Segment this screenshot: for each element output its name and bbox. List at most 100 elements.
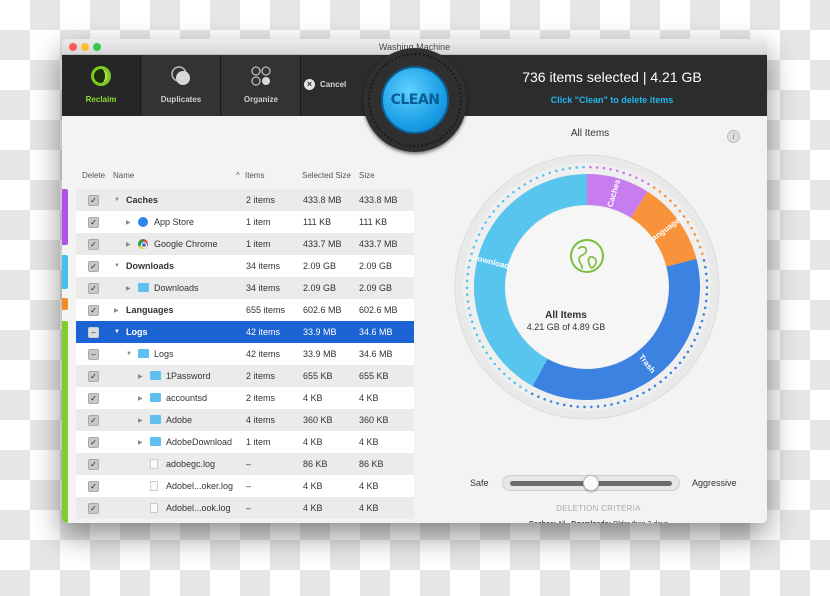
row-items: 2 items (246, 371, 276, 381)
row-name: Google Chrome (154, 239, 218, 249)
checkbox-checked[interactable]: ✓ (88, 283, 99, 294)
reclaim-icon (91, 66, 111, 86)
checkbox-checked[interactable]: ✓ (88, 481, 99, 492)
list-row[interactable]: – ▼ Logs 42 items 33.9 MB 34.6 MB (76, 343, 414, 365)
row-size: 433.8 MB (359, 195, 398, 205)
disclosure-expanded-icon[interactable]: ▼ (114, 263, 120, 269)
donut-dot (590, 405, 593, 409)
clean-button[interactable]: CLEAN (381, 66, 449, 134)
donut-dot (475, 333, 479, 336)
list-row[interactable]: ✓ ▶ Google Chrome 1 item 433.7 MB 433.7 MB (76, 233, 414, 255)
disclosure-collapsed-icon[interactable]: ▶ (126, 285, 131, 292)
donut-dot (595, 166, 599, 169)
list-row[interactable]: ✓ Adobel...oker.log – 4 KB 4 KB (76, 475, 414, 497)
list-row[interactable]: ✓ ▶ accountsd 2 items 4 KB 4 KB (76, 387, 414, 409)
minimize-window-button[interactable] (81, 43, 89, 51)
header-name[interactable]: Name (113, 171, 134, 180)
disclosure-collapsed-icon[interactable]: ▶ (126, 241, 131, 248)
donut-dot (467, 307, 471, 310)
donut-dot (493, 362, 497, 366)
donut-dot (473, 326, 476, 330)
list-row[interactable]: ✓ ▶ Downloads 34 items 2.09 GB 2.09 GB (76, 277, 414, 299)
list-row[interactable]: ✓ ▼ Caches 2 items 433.8 MB 433.8 MB (76, 189, 414, 211)
list-row[interactable]: ✓ ▶ AdobeDownload 1 item 4 KB 4 KB (76, 431, 414, 453)
disclosure-collapsed-icon[interactable]: ▶ (126, 219, 131, 226)
donut-dot (669, 199, 672, 203)
disclosure-expanded-icon[interactable]: ▼ (114, 197, 120, 203)
checkbox-mixed[interactable]: – (88, 349, 99, 360)
row-items: – (246, 481, 252, 491)
donut-dot (653, 384, 657, 388)
row-selected-size: 111 KB (303, 217, 332, 227)
checkbox-checked[interactable]: ✓ (88, 261, 99, 272)
donut-dot (615, 169, 619, 173)
donut-dot (466, 300, 470, 303)
checkbox-checked[interactable]: ✓ (88, 437, 99, 448)
row-items: 42 items (246, 327, 281, 337)
donut-dot (489, 357, 492, 360)
list-row[interactable]: ✓ ▶ App Store 1 item 111 KB 111 KB (76, 211, 414, 233)
disclosure-collapsed-icon[interactable]: ▶ (138, 373, 143, 380)
row-name: Logs (126, 327, 148, 337)
donut-dot (686, 350, 690, 354)
donut-dot (465, 286, 469, 290)
disclosure-collapsed-icon[interactable]: ▶ (114, 307, 119, 314)
checkbox-checked[interactable]: ✓ (88, 459, 99, 470)
donut-dot (474, 239, 478, 243)
header-selected-size[interactable]: Selected Size (302, 171, 351, 180)
list-row[interactable]: – ▼ Logs 42 items 33.9 MB 34.6 MB (76, 321, 414, 343)
checkbox-mixed[interactable]: – (88, 327, 99, 338)
donut-dot (682, 215, 686, 218)
donut-dot (603, 404, 607, 407)
disclosure-expanded-icon[interactable]: ▼ (126, 351, 132, 357)
checkbox-checked[interactable]: ✓ (88, 371, 99, 382)
donut-dot (488, 215, 491, 219)
header-items[interactable]: Items (245, 171, 265, 180)
donut-dot (704, 265, 707, 269)
appstore-icon (138, 216, 148, 227)
deletion-slider: Safe Aggressive (430, 475, 767, 495)
disclosure-collapsed-icon[interactable]: ▶ (138, 439, 143, 446)
checkbox-checked[interactable]: ✓ (88, 415, 99, 426)
list-row[interactable]: ✓ ▼ Downloads 34 items 2.09 GB 2.09 GB (76, 255, 414, 277)
items-list: Delete Name ^ Items Selected Size Size ✓… (62, 167, 414, 523)
cancel-icon: × (304, 79, 315, 90)
checkbox-checked[interactable]: ✓ (88, 503, 99, 514)
row-selected-size: 4 KB (303, 437, 323, 447)
header-delete[interactable]: Delete (82, 171, 105, 180)
disclosure-expanded-icon[interactable]: ▼ (114, 329, 120, 335)
tab-duplicates[interactable]: Duplicates (142, 55, 221, 116)
close-window-button[interactable] (69, 43, 77, 51)
list-row[interactable]: ✓ Adobel...ook.log – 4 KB 4 KB (76, 497, 414, 519)
row-selected-size: 2.09 GB (303, 261, 337, 271)
zoom-window-button[interactable] (93, 43, 101, 51)
donut-dot (548, 171, 552, 175)
donut-dot (702, 259, 706, 262)
checkbox-checked[interactable]: ✓ (88, 305, 99, 316)
donut-dot (703, 306, 707, 310)
donut-dot (465, 279, 469, 283)
list-row[interactable]: ✓ ▶ Languages 655 items 602.6 MB 602.6 MB (76, 299, 414, 321)
disclosure-collapsed-icon[interactable]: ▶ (138, 417, 143, 424)
checkbox-checked[interactable]: ✓ (88, 393, 99, 404)
slider-thumb[interactable] (583, 475, 599, 491)
checkbox-checked[interactable]: ✓ (88, 217, 99, 228)
checkbox-checked[interactable]: ✓ (88, 195, 99, 206)
donut-dot (478, 339, 482, 343)
row-size: 2.09 GB (359, 283, 393, 293)
info-button[interactable]: i (727, 130, 740, 143)
header-size[interactable]: Size (359, 171, 375, 180)
list-row[interactable]: ✓ adobegc.log – 86 KB 86 KB (76, 453, 414, 475)
list-row[interactable]: ✓ ▶ Adobe 4 items 360 KB 360 KB (76, 409, 414, 431)
cancel-button[interactable]: × Cancel (304, 79, 346, 90)
donut-dot (596, 405, 600, 408)
checkbox-checked[interactable]: ✓ (88, 239, 99, 250)
donut-dot (556, 402, 559, 405)
duplicates-icon (171, 66, 190, 85)
donut-dot (642, 391, 645, 395)
list-row[interactable]: ✓ ▶ 1Password 2 items 655 KB 655 KB (76, 365, 414, 387)
donut-dot (696, 332, 699, 336)
tab-organize[interactable]: Organize (222, 55, 301, 116)
disclosure-collapsed-icon[interactable]: ▶ (138, 395, 143, 402)
tab-reclaim[interactable]: Reclaim (62, 55, 141, 116)
